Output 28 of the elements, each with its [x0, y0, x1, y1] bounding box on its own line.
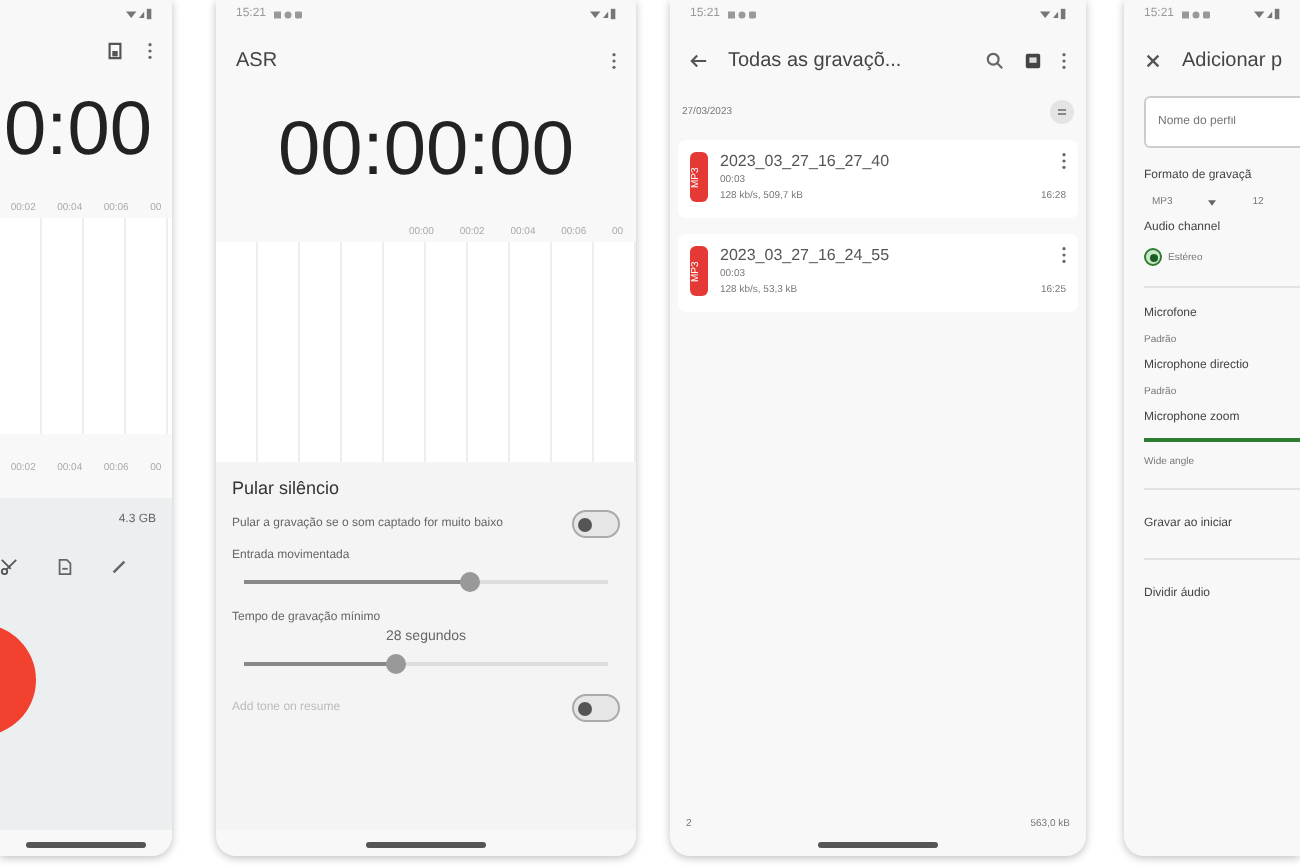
- pencil-icon[interactable]: [110, 558, 128, 576]
- screen-title: Todas as gravaçõ...: [728, 50, 904, 72]
- caret-icon[interactable]: [1208, 199, 1217, 205]
- scissors-icon[interactable]: [0, 558, 18, 576]
- save-icon[interactable]: [106, 42, 124, 60]
- signal-battery-icons: [1254, 8, 1280, 20]
- toggle-switch[interactable]: [572, 510, 620, 538]
- screen-title: Adicionar p: [1182, 50, 1283, 72]
- recording-name: 2023_03_27_16_24_55: [720, 246, 890, 264]
- timer: 00:00:00: [276, 108, 576, 194]
- section-title: Pular silêncio: [232, 478, 342, 498]
- back-arrow-icon[interactable]: [690, 52, 708, 70]
- notification-icons: [274, 9, 303, 19]
- close-icon[interactable]: [1144, 52, 1162, 70]
- radio-button[interactable]: [1144, 248, 1162, 266]
- signal-battery-icons: [590, 8, 616, 20]
- folder-icon[interactable]: [1024, 52, 1042, 70]
- toggle-switch[interactable]: [572, 694, 620, 722]
- recording-name: 2023_03_27_16_27_40: [720, 152, 890, 170]
- collapse-icon[interactable]: [1050, 100, 1074, 124]
- signal-battery-icons: [126, 8, 152, 20]
- notification-icons: [728, 9, 757, 19]
- notification-icons: [1182, 9, 1211, 19]
- signal-battery-icons: [1040, 8, 1066, 20]
- timer: 0:00: [4, 88, 154, 174]
- app-title: ASR: [236, 50, 280, 72]
- search-icon[interactable]: [986, 52, 1004, 70]
- document-icon[interactable]: [55, 558, 73, 576]
